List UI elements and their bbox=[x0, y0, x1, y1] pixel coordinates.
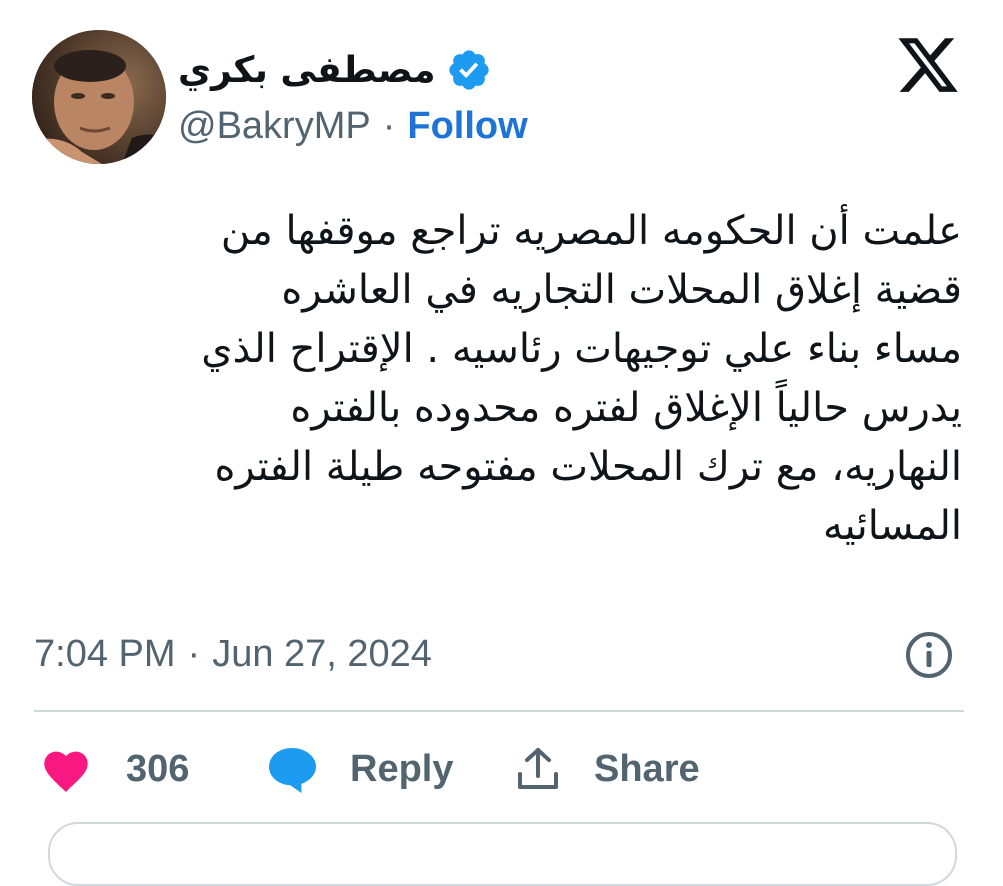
share-upload-icon bbox=[516, 746, 560, 792]
follow-button[interactable]: Follow bbox=[407, 105, 527, 148]
author-avatar[interactable] bbox=[32, 30, 166, 164]
tweet-text-line: علمت أن الحكومه المصريه تراجع موقفها من bbox=[220, 208, 962, 254]
tweet-text-line: النهاريه، مع ترك المحلات مفتوحه طيلة الف… bbox=[214, 444, 962, 490]
reply-label: Reply bbox=[350, 747, 454, 790]
tweet-date: Jun 27, 2024 bbox=[212, 632, 432, 675]
tweet-text-line: مساء بناء علي توجيهات رئاسيه . الإقتراح … bbox=[201, 326, 962, 372]
avatar-photo bbox=[32, 30, 166, 164]
verified-badge-icon bbox=[446, 47, 492, 93]
tweet-text: علمت أن الحكومه المصريه تراجع موقفها من … bbox=[30, 202, 962, 556]
tweet-text-line: يدرس حالياً الإغلاق لفتره محدوده بالفتره bbox=[290, 385, 962, 431]
handle-row: @BakryMP · Follow bbox=[178, 100, 528, 152]
x-logo-icon[interactable] bbox=[894, 32, 962, 98]
share-button[interactable]: Share bbox=[516, 740, 700, 798]
speech-bubble-icon bbox=[266, 744, 318, 794]
info-icon[interactable] bbox=[904, 630, 954, 680]
tweet-text-line: المسائيه bbox=[823, 503, 962, 549]
author-name-row[interactable]: مصطفى بكري bbox=[178, 44, 492, 96]
author-handle[interactable]: @BakryMP bbox=[178, 105, 371, 148]
author-display-name[interactable]: مصطفى بكري bbox=[178, 50, 436, 91]
tweet-timestamp[interactable]: 7:04 PM · Jun 27, 2024 bbox=[34, 628, 432, 680]
heart-icon bbox=[40, 745, 92, 793]
like-button[interactable]: 306 bbox=[40, 740, 189, 798]
tweet-text-line: قضية إغلاق المحلات التجاريه في العاشره bbox=[281, 267, 962, 313]
tweet-time: 7:04 PM bbox=[34, 632, 176, 675]
divider bbox=[34, 710, 964, 712]
like-count: 306 bbox=[126, 747, 190, 790]
separator-dot: · bbox=[187, 632, 201, 675]
read-replies-card[interactable] bbox=[48, 822, 957, 886]
separator-dot: · bbox=[382, 104, 396, 147]
share-label: Share bbox=[594, 747, 700, 790]
reply-button[interactable]: Reply bbox=[266, 740, 453, 798]
